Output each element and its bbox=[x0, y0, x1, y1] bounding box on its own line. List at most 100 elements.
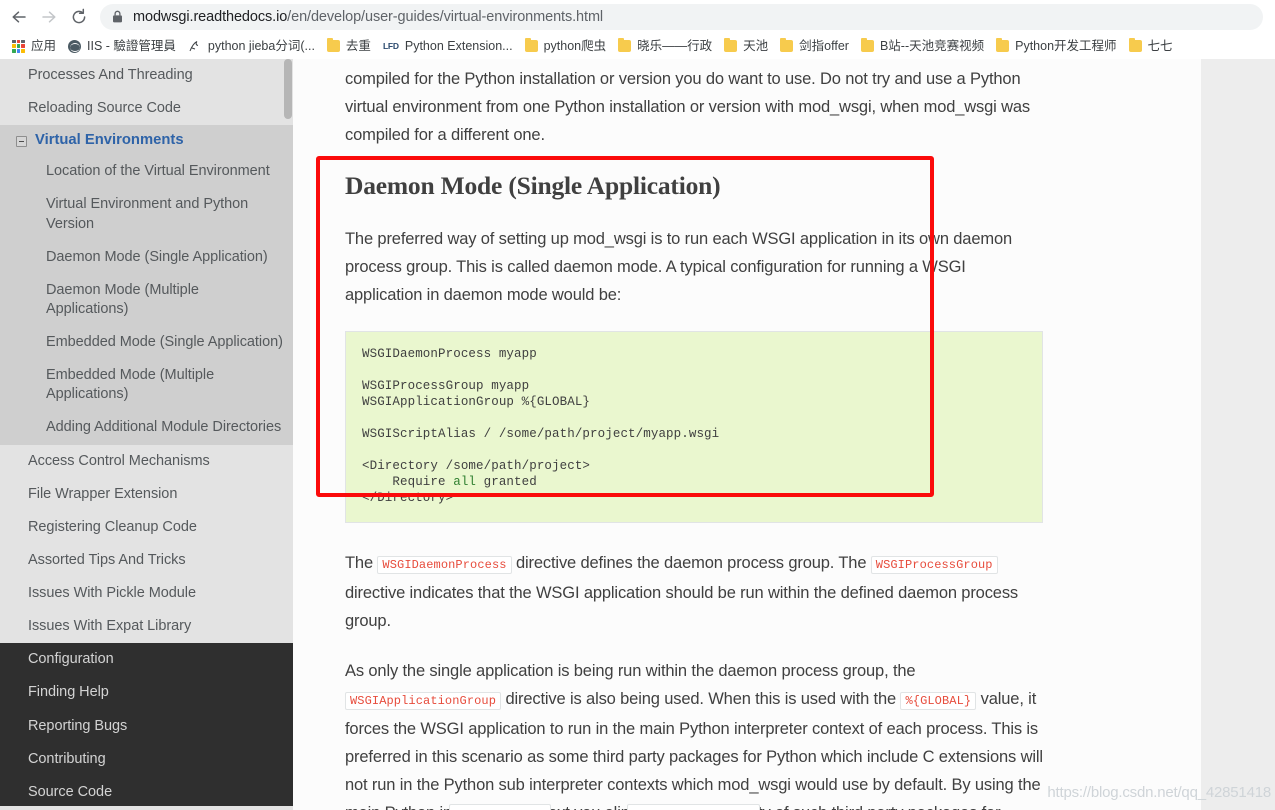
reload-button[interactable] bbox=[64, 2, 94, 32]
sidebar-item-adding-additional-module-directories[interactable]: Adding Additional Module Directories bbox=[0, 411, 293, 444]
sidebar-group-middle: Access Control Mechanisms File Wrapper E… bbox=[0, 444, 293, 644]
browser-toolbar: modwsgi.readthedocs.io/en/develop/user-g… bbox=[0, 0, 1275, 33]
sidebar-item-embedded-mode-multiple-applications[interactable]: Embedded Mode (Multiple Applications) bbox=[0, 359, 293, 411]
code-line-4: WSGIApplicationGroup %{GLOBAL} bbox=[362, 395, 591, 409]
code-line-3: WSGIProcessGroup myapp bbox=[362, 379, 530, 393]
sidebar-section-label: Virtual Environments bbox=[35, 132, 184, 149]
sidebar-item-issues-with-expat-library[interactable]: Issues With Expat Library bbox=[0, 610, 293, 643]
browser-chrome: modwsgi.readthedocs.io/en/develop/user-g… bbox=[0, 0, 1275, 59]
site-icon bbox=[188, 40, 202, 53]
bookmark-xiaole[interactable]: 晓乐——行政 bbox=[612, 35, 718, 57]
code-block-content: WSGIDaemonProcess myapp WSGIProcessGroup… bbox=[362, 346, 1026, 506]
docs-sidebar-nav[interactable]: Processes And Threading Reloading Source… bbox=[0, 59, 293, 810]
bookmark-python-extension[interactable]: LFD Python Extension... bbox=[377, 35, 519, 57]
folder-icon bbox=[860, 38, 874, 52]
lfd-icon: LFD bbox=[382, 41, 399, 51]
sidebar-item-source-code[interactable]: Source Code bbox=[0, 776, 293, 809]
sidebar-item-embedded-mode-single-application[interactable]: Embedded Mode (Single Application) bbox=[0, 326, 293, 359]
folder-icon bbox=[326, 38, 340, 52]
lock-icon bbox=[112, 10, 123, 23]
bookmark-label: 去重 bbox=[345, 38, 371, 53]
bookmark-label: 剑指offer bbox=[799, 38, 849, 53]
url-domain: modwsgi.readthedocs.io bbox=[133, 8, 288, 25]
sidebar-group-top: Processes And Threading Reloading Source… bbox=[0, 59, 293, 126]
code-line-10: </Directory> bbox=[362, 491, 454, 505]
sidebar-item-contributing[interactable]: Contributing bbox=[0, 743, 293, 776]
sidebar-scrollbar[interactable] bbox=[283, 59, 293, 810]
sidebar-item-location-of-the-virtual-environment[interactable]: Location of the Virtual Environment bbox=[0, 155, 293, 188]
code-block-daemon-config: WSGIDaemonProcess myapp WSGIProcessGroup… bbox=[345, 331, 1043, 523]
bookmark-label: 天池 bbox=[743, 38, 769, 53]
partial-inline-code-row bbox=[345, 804, 1045, 810]
inline-code-stub bbox=[449, 804, 551, 810]
bookmark-label: 七七 bbox=[1147, 38, 1173, 53]
bookmark-iis[interactable]: IIS - 驗證管理員 bbox=[62, 35, 182, 57]
code-keyword-all: all bbox=[453, 475, 477, 489]
text-fragment: directive defines the daemon process gro… bbox=[511, 554, 871, 572]
bookmark-label: python爬虫 bbox=[543, 38, 607, 53]
sidebar-item-finding-help[interactable]: Finding Help bbox=[0, 676, 293, 709]
sidebar-group-virtual-environments: Virtual Environments Location of the Vir… bbox=[0, 125, 293, 445]
inline-code-wsgiapplicationgroup: WSGIApplicationGroup bbox=[345, 692, 502, 710]
sidebar-item-configuration[interactable]: Configuration bbox=[0, 643, 293, 676]
text-fragment: The bbox=[345, 554, 378, 572]
globe-icon bbox=[68, 39, 82, 53]
collapse-minus-icon[interactable] bbox=[16, 136, 27, 148]
sidebar-item-assorted-tips-and-tricks[interactable]: Assorted Tips And Tricks bbox=[0, 544, 293, 577]
folder-icon bbox=[524, 38, 538, 52]
sidebar-item-reporting-bugs[interactable]: Reporting Bugs bbox=[0, 710, 293, 743]
text-fragment: directive indicates that the WSGI applic… bbox=[345, 584, 1019, 630]
bookmark-jianzhi-offer[interactable]: 剑指offer bbox=[774, 35, 855, 57]
bookmark-bilibili-tianchi[interactable]: B站--天池竞赛视频 bbox=[855, 35, 990, 57]
bookmark-label: python jieba分词(... bbox=[207, 38, 315, 53]
sidebar-item-access-control-mechanisms[interactable]: Access Control Mechanisms bbox=[0, 445, 293, 478]
sidebar-item-reloading-source-code[interactable]: Reloading Source Code bbox=[0, 92, 293, 125]
sidebar-item-daemon-mode-multiple-applications[interactable]: Daemon Mode (Multiple Applications) bbox=[0, 274, 293, 326]
address-bar[interactable]: modwsgi.readthedocs.io/en/develop/user-g… bbox=[100, 3, 1263, 30]
apps-grid-icon bbox=[12, 39, 25, 53]
bookmark-apps[interactable]: 应用 bbox=[6, 35, 62, 57]
bookmark-tianchi[interactable]: 天池 bbox=[718, 35, 774, 57]
sidebar-item-virtual-environment-and-python-version[interactable]: Virtual Environment and Python Version bbox=[0, 188, 293, 240]
code-line-9-suffix: granted bbox=[476, 475, 537, 489]
url-text: modwsgi.readthedocs.io/en/develop/user-g… bbox=[133, 9, 603, 25]
sidebar-item-daemon-mode-single-application[interactable]: Daemon Mode (Single Application) bbox=[0, 241, 293, 274]
paragraph-directives-explained: The WSGIDaemonProcess directive defines … bbox=[345, 549, 1045, 635]
watermark-text: https://blog.csdn.net/qq_42851418 bbox=[1047, 784, 1271, 801]
sidebar-item-file-wrapper-extension[interactable]: File Wrapper Extension bbox=[0, 478, 293, 511]
bookmark-label: 应用 bbox=[31, 38, 57, 53]
sidebar-item-issues-with-pickle-module[interactable]: Issues With Pickle Module bbox=[0, 577, 293, 610]
code-line-9-prefix: Require bbox=[362, 475, 454, 489]
document-body: compiled for the Python installation or … bbox=[293, 59, 1201, 810]
bookmark-qiqi[interactable]: 七七 bbox=[1123, 35, 1179, 57]
bookmark-label: 晓乐——行政 bbox=[637, 38, 713, 53]
paragraph-daemon-intro: The preferred way of setting up mod_wsgi… bbox=[345, 230, 1013, 304]
inline-code-global: %{GLOBAL} bbox=[900, 692, 977, 710]
bookmark-quchong[interactable]: 去重 bbox=[321, 35, 377, 57]
bookmark-label: Python Extension... bbox=[404, 38, 513, 53]
bookmark-label: B站--天池竞赛视频 bbox=[879, 38, 985, 53]
inline-code-wsgidaemonprocess: WSGIDaemonProcess bbox=[377, 556, 512, 574]
paragraph-application-group: As only the single application is being … bbox=[345, 657, 1045, 810]
bookmark-python-jieba[interactable]: python jieba分词(... bbox=[182, 35, 321, 57]
content-area: compiled for the Python installation or … bbox=[293, 59, 1275, 810]
code-line-6: WSGIScriptAlias / /some/path/project/mya… bbox=[362, 427, 720, 441]
bookmark-label: Python开发工程师 bbox=[1015, 38, 1117, 53]
bookmarks-bar: 应用 IIS - 驗證管理員 python jieba分词(... 去重 LFD… bbox=[0, 33, 1275, 59]
intro-paragraph: compiled for the Python installation or … bbox=[345, 70, 1031, 144]
code-line-1: WSGIDaemonProcess myapp bbox=[362, 347, 537, 361]
forward-button[interactable] bbox=[34, 2, 64, 32]
url-path: /en/develop/user-guides/virtual-environm… bbox=[287, 8, 604, 25]
sidebar-item-processes-and-threading[interactable]: Processes And Threading bbox=[0, 59, 293, 92]
bookmark-label: IIS - 驗證管理員 bbox=[87, 38, 176, 53]
sidebar-item-registering-cleanup-code[interactable]: Registering Cleanup Code bbox=[0, 511, 293, 544]
folder-icon bbox=[780, 38, 794, 52]
back-button[interactable] bbox=[4, 2, 34, 32]
bookmark-python-developer[interactable]: Python开发工程师 bbox=[990, 35, 1122, 57]
page-viewport: Processes And Threading Reloading Source… bbox=[0, 59, 1275, 810]
sidebar-item-virtual-environments[interactable]: Virtual Environments bbox=[0, 125, 293, 155]
text-fragment: As only the single application is being … bbox=[345, 662, 916, 680]
inline-code-stub bbox=[627, 804, 760, 810]
folder-icon bbox=[996, 38, 1010, 52]
bookmark-python-spider[interactable]: python爬虫 bbox=[519, 35, 613, 57]
